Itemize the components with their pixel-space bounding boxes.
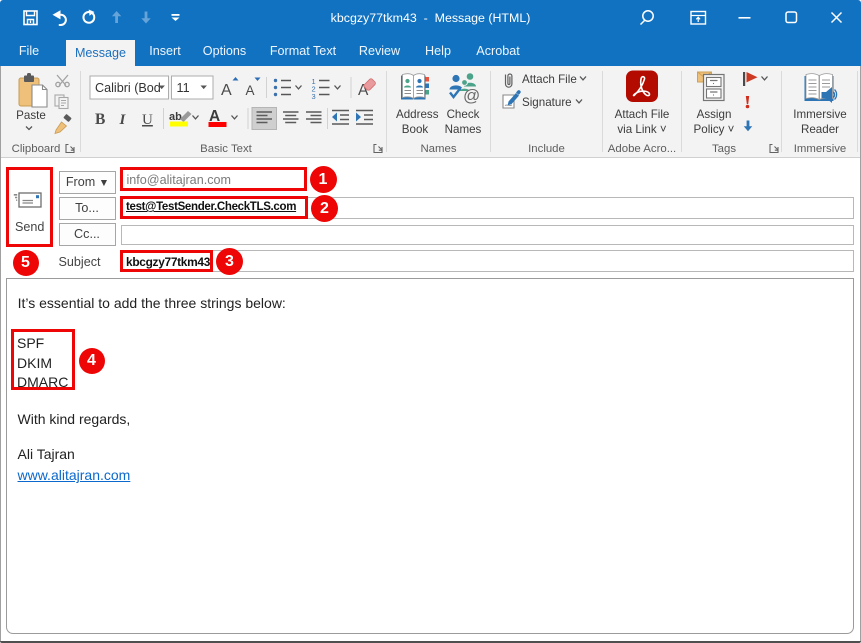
svg-text:A: A	[246, 83, 255, 98]
svg-text:11: 11	[177, 81, 190, 95]
svg-text:ab: ab	[169, 111, 182, 123]
svg-text:U: U	[142, 112, 153, 128]
svg-text:@: @	[463, 86, 480, 105]
svg-text:B: B	[95, 111, 105, 128]
svg-text:A: A	[221, 82, 232, 99]
svg-text:3: 3	[312, 92, 316, 101]
svg-text:Calibri (Bod: Calibri (Bod	[95, 81, 161, 95]
svg-text:I: I	[119, 112, 127, 128]
